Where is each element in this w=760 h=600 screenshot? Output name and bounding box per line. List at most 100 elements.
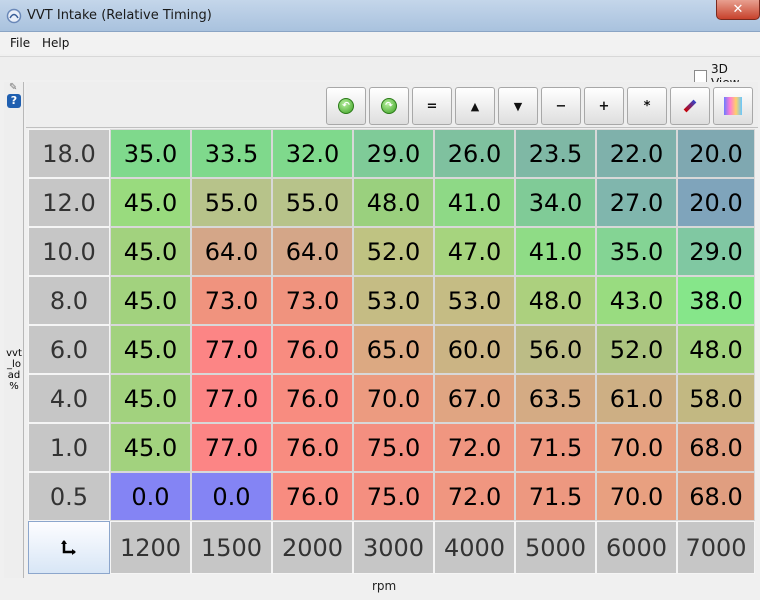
table-cell[interactable]: 48.0 (353, 178, 434, 227)
close-button[interactable]: ✕ (716, 0, 760, 20)
table-cell[interactable]: 71.5 (515, 423, 596, 472)
table-cell[interactable]: 56.0 (515, 325, 596, 374)
y-axis-value[interactable]: 1.0 (28, 423, 110, 472)
table-cell[interactable]: 45.0 (110, 374, 191, 423)
table-cell[interactable]: 75.0 (353, 472, 434, 521)
table-cell[interactable]: 71.5 (515, 472, 596, 521)
table-cell[interactable]: 43.0 (596, 276, 677, 325)
swap-axes-button[interactable] (28, 521, 110, 574)
color-map-button[interactable] (713, 87, 753, 125)
x-axis-value[interactable]: 3000 (353, 521, 434, 574)
table-cell[interactable]: 64.0 (272, 227, 353, 276)
table-cell[interactable]: 75.0 (353, 423, 434, 472)
x-axis-value[interactable]: 1500 (191, 521, 272, 574)
table-cell[interactable]: 22.0 (596, 129, 677, 178)
table-cell[interactable]: 72.0 (434, 423, 515, 472)
table-cell[interactable]: 0.0 (110, 472, 191, 521)
y-axis-value[interactable]: 0.5 (28, 472, 110, 521)
interpolate-button[interactable] (670, 87, 710, 125)
table-cell[interactable]: 52.0 (596, 325, 677, 374)
swap-axes-icon (61, 539, 76, 555)
table-cell[interactable]: 68.0 (677, 472, 755, 521)
y-axis-value[interactable]: 8.0 (28, 276, 110, 325)
table-cell[interactable]: 35.0 (110, 129, 191, 178)
x-axis-value[interactable]: 5000 (515, 521, 596, 574)
triangle-down-icon: ▼ (513, 99, 523, 113)
table-cell[interactable]: 52.0 (353, 227, 434, 276)
table-cell[interactable]: 47.0 (434, 227, 515, 276)
table-cell[interactable]: 73.0 (272, 276, 353, 325)
table-cell[interactable]: 26.0 (434, 129, 515, 178)
y-axis-value[interactable]: 10.0 (28, 227, 110, 276)
table-cell[interactable]: 70.0 (596, 423, 677, 472)
table-cell[interactable]: 76.0 (272, 325, 353, 374)
table-cell[interactable]: 29.0 (677, 227, 755, 276)
x-axis-value[interactable]: 6000 (596, 521, 677, 574)
y-axis-value[interactable]: 6.0 (28, 325, 110, 374)
set-equal-button[interactable]: = (412, 87, 452, 125)
menu-file[interactable]: File (10, 36, 30, 50)
table-cell[interactable]: 48.0 (515, 276, 596, 325)
table-cell[interactable]: 76.0 (272, 423, 353, 472)
table-cell[interactable]: 27.0 (596, 178, 677, 227)
y-axis-value[interactable]: 12.0 (28, 178, 110, 227)
table-cell[interactable]: 64.0 (191, 227, 272, 276)
table-cell[interactable]: 41.0 (434, 178, 515, 227)
table-cell[interactable]: 29.0 (353, 129, 434, 178)
table-cell[interactable]: 34.0 (515, 178, 596, 227)
table-cell[interactable]: 72.0 (434, 472, 515, 521)
y-axis-value[interactable]: 18.0 (28, 129, 110, 178)
table-cell[interactable]: 20.0 (677, 129, 755, 178)
table-cell[interactable]: 48.0 (677, 325, 755, 374)
table-cell[interactable]: 65.0 (353, 325, 434, 374)
table-cell[interactable]: 61.0 (596, 374, 677, 423)
table-cell[interactable]: 76.0 (272, 472, 353, 521)
table-cell[interactable]: 45.0 (110, 325, 191, 374)
3d-view-checkbox[interactable] (694, 69, 707, 83)
add-button[interactable]: + (584, 87, 624, 125)
x-axis-value[interactable]: 2000 (272, 521, 353, 574)
table-cell[interactable]: 70.0 (353, 374, 434, 423)
table-cell[interactable]: 41.0 (515, 227, 596, 276)
table-cell[interactable]: 55.0 (191, 178, 272, 227)
increment-button[interactable]: ▲ (455, 87, 495, 125)
table-cell[interactable]: 58.0 (677, 374, 755, 423)
table-cell[interactable]: 63.5 (515, 374, 596, 423)
help-icon[interactable]: ? (7, 94, 21, 108)
table-cell[interactable]: 45.0 (110, 423, 191, 472)
decrement-button[interactable]: ▼ (498, 87, 538, 125)
table-cell[interactable]: 53.0 (353, 276, 434, 325)
y-axis-value[interactable]: 4.0 (28, 374, 110, 423)
redo-button[interactable]: ↷ (369, 87, 409, 125)
pencil-icon[interactable]: ✎ (9, 82, 17, 93)
table-cell[interactable]: 45.0 (110, 276, 191, 325)
table-cell[interactable]: 73.0 (191, 276, 272, 325)
table-cell[interactable]: 0.0 (191, 472, 272, 521)
table-cell[interactable]: 70.0 (596, 472, 677, 521)
table-cell[interactable]: 45.0 (110, 227, 191, 276)
table-cell[interactable]: 76.0 (272, 374, 353, 423)
x-axis-value[interactable]: 7000 (677, 521, 755, 574)
table-cell[interactable]: 35.0 (596, 227, 677, 276)
table-cell[interactable]: 20.0 (677, 178, 755, 227)
table-cell[interactable]: 77.0 (191, 374, 272, 423)
table-cell[interactable]: 55.0 (272, 178, 353, 227)
table-cell[interactable]: 77.0 (191, 325, 272, 374)
table-cell[interactable]: 38.0 (677, 276, 755, 325)
multiply-button[interactable]: * (627, 87, 667, 125)
x-axis-value[interactable]: 4000 (434, 521, 515, 574)
table-cell[interactable]: 77.0 (191, 423, 272, 472)
brush-icon (683, 99, 697, 113)
table-cell[interactable]: 53.0 (434, 276, 515, 325)
table-cell[interactable]: 23.5 (515, 129, 596, 178)
table-cell[interactable]: 32.0 (272, 129, 353, 178)
table-cell[interactable]: 68.0 (677, 423, 755, 472)
menu-help[interactable]: Help (42, 36, 69, 50)
subtract-button[interactable]: − (541, 87, 581, 125)
table-cell[interactable]: 45.0 (110, 178, 191, 227)
undo-button[interactable]: ↶ (326, 87, 366, 125)
table-cell[interactable]: 60.0 (434, 325, 515, 374)
table-cell[interactable]: 33.5 (191, 129, 272, 178)
table-cell[interactable]: 67.0 (434, 374, 515, 423)
x-axis-value[interactable]: 1200 (110, 521, 191, 574)
